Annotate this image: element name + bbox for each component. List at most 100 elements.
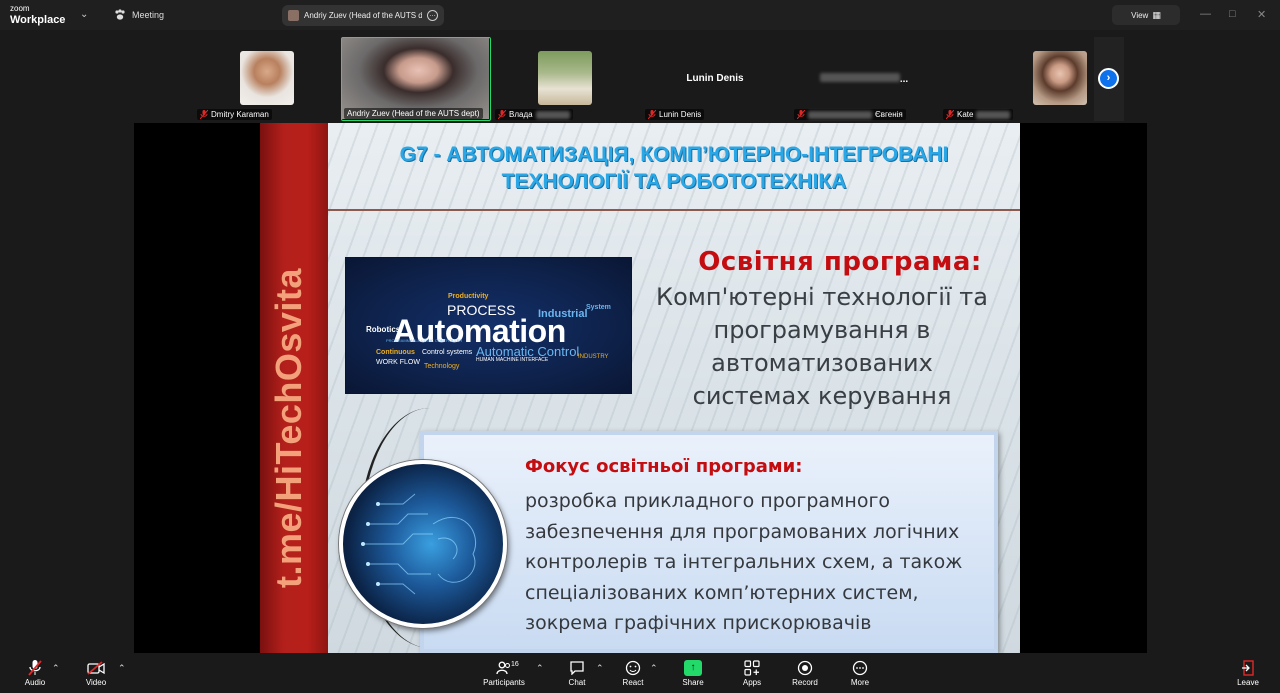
camera-off-icon — [71, 659, 121, 677]
wordcloud-word: PROCESS — [447, 302, 516, 318]
wordcloud-word: Productivity — [448, 293, 489, 300]
redacted-text — [819, 73, 900, 82]
leave-icon — [1223, 659, 1273, 677]
wordcloud-word: System — [586, 304, 611, 311]
react-label: React — [622, 678, 644, 687]
participant-tile[interactable]: Dmitry Karaman — [193, 37, 341, 121]
focus-description: розробка прикладного програмного забезпе… — [525, 490, 963, 634]
brand-bottom: Workplace — [10, 14, 66, 26]
wordcloud-word: Control systems — [422, 349, 473, 356]
record-icon — [780, 659, 830, 677]
meeting-toolbar: Audio ⌃ Video ⌃ 16 Participants ⌃ Chat ⌃… — [0, 653, 1280, 693]
zoom-logo: zoom Workplace — [10, 4, 66, 26]
slide-title: G7 - АВТОМАТИЗАЦІЯ, КОМП’ЮТЕРНО-ІНТЕГРОВ… — [399, 143, 949, 193]
audio-label: Audio — [24, 678, 46, 687]
chat-label: Chat — [568, 678, 586, 687]
focus-title: Фокус освітньої програми: — [525, 456, 803, 477]
participant-tile[interactable]: Влада — [491, 37, 639, 121]
grid-icon: ▦ — [1152, 9, 1161, 20]
maximize-icon[interactable]: □ — [1229, 8, 1236, 20]
audio-options-chevron-icon[interactable]: ⌃ — [52, 663, 60, 674]
video-feed — [342, 38, 489, 119]
chat-button[interactable]: Chat — [552, 659, 602, 687]
video-button[interactable]: Video — [71, 659, 121, 687]
share-label: Share — [682, 678, 704, 687]
brand-top: zoom — [10, 4, 30, 13]
record-button[interactable]: Record — [780, 659, 830, 687]
react-options-chevron-icon[interactable]: ⌃ — [650, 663, 658, 674]
program-name: Комп'ютерні технології та програмування … — [656, 283, 988, 410]
brain-circuit-image — [339, 460, 507, 628]
participants-count: 16 — [511, 661, 519, 668]
avatar — [240, 51, 294, 105]
participant-tile-active[interactable]: Andriy Zuev (Head of the AUTS dept) — [341, 37, 491, 121]
mic-off-icon — [498, 110, 506, 119]
participant-name: Kate — [943, 109, 1014, 120]
apps-button[interactable]: Apps — [727, 659, 777, 687]
participant-strip: Dmitry Karaman Andriy Zuev (Head of the … — [0, 30, 1280, 123]
mic-off-icon — [946, 110, 954, 119]
meeting-label: Meeting — [132, 10, 165, 20]
next-page-button[interactable]: › — [1094, 37, 1124, 121]
meeting-menu[interactable]: Meeting — [114, 9, 164, 21]
redacted-text — [535, 110, 570, 119]
participant-name: Andriy Zuev (Head of the AUTS dept) — [344, 108, 483, 119]
leave-button[interactable]: Leave — [1223, 659, 1273, 687]
redacted-text — [808, 110, 872, 119]
more-label: More — [850, 678, 870, 687]
minimize-icon[interactable]: — — [1200, 8, 1211, 20]
participant-tile[interactable]: Kate — [939, 37, 1087, 121]
chat-options-chevron-icon[interactable]: ⌃ — [596, 663, 604, 674]
participant-name: Lunin Denis — [645, 109, 705, 120]
wordcloud-word: Robotics — [366, 325, 401, 334]
video-options-chevron-icon[interactable]: ⌃ — [118, 663, 126, 674]
redacted-text — [976, 110, 1011, 119]
wordcloud-word: Industrial — [538, 308, 588, 320]
active-speaker-tab[interactable]: Andriy Zuev (Head of the AUTS de … — [282, 5, 444, 26]
automation-wordcloud-image: Automation PROCESS Industrial Automatic … — [345, 257, 632, 394]
chat-icon — [552, 659, 602, 677]
view-label: View — [1131, 10, 1149, 20]
title-divider — [328, 209, 1020, 211]
share-screen-icon: ↑ — [668, 659, 718, 677]
participants-icon — [479, 659, 529, 677]
apps-label: Apps — [742, 678, 762, 687]
chevron-right-icon: › — [1098, 68, 1119, 89]
participant-name: Dmitry Karaman — [197, 109, 272, 120]
more-options-icon[interactable]: … — [427, 10, 438, 21]
program-title: Освітня програма: — [698, 247, 982, 277]
participant-tile[interactable]: Lunin Denis Lunin Denis — [641, 37, 789, 121]
more-button[interactable]: More — [835, 659, 885, 687]
view-button[interactable]: View ▦ — [1112, 5, 1180, 25]
mic-off-icon — [648, 110, 656, 119]
participants-button[interactable]: 16 Participants — [479, 659, 529, 687]
wordcloud-word: PROGRAMMABLE LOGIC CONTROLLER — [386, 338, 463, 343]
avatar — [538, 51, 592, 105]
close-icon[interactable]: ✕ — [1257, 8, 1266, 21]
circuit-lines — [361, 493, 477, 595]
participant-display-name: ... — [790, 73, 938, 85]
wordcloud-word: WORK FLOW — [376, 359, 420, 366]
speaker-name: Andriy Zuev (Head of the AUTS de — [304, 11, 422, 20]
participant-tile[interactable]: ... Євгенія — [790, 37, 938, 121]
video-label: Video — [85, 678, 107, 687]
leave-label: Leave — [1237, 678, 1259, 687]
participant-name: Євгенія — [794, 109, 906, 120]
wordcloud-word: Technology — [424, 363, 460, 370]
wordcloud-word: INDUSTRY — [578, 354, 609, 360]
avatar — [1033, 51, 1087, 105]
participant-name: Влада — [495, 109, 573, 120]
share-button[interactable]: ↑ Share — [668, 659, 718, 687]
participants-label: Participants — [483, 678, 525, 687]
chevron-down-icon[interactable]: ⌄ — [80, 9, 88, 20]
apps-icon — [727, 659, 777, 677]
title-bar: zoom Workplace ⌄ Meeting Andriy Zuev (He… — [0, 0, 1280, 30]
telegram-link-text: t.me/HiTechOsvita — [268, 268, 309, 588]
record-label: Record — [792, 678, 818, 687]
paw-icon — [115, 9, 125, 20]
participants-options-chevron-icon[interactable]: ⌃ — [536, 663, 544, 674]
mic-off-icon — [200, 110, 208, 119]
more-dots-icon — [835, 659, 885, 677]
participant-display-name: Lunin Denis — [686, 73, 744, 84]
wordcloud-word: HUMAN MACHINE INTERFACE — [476, 357, 549, 363]
